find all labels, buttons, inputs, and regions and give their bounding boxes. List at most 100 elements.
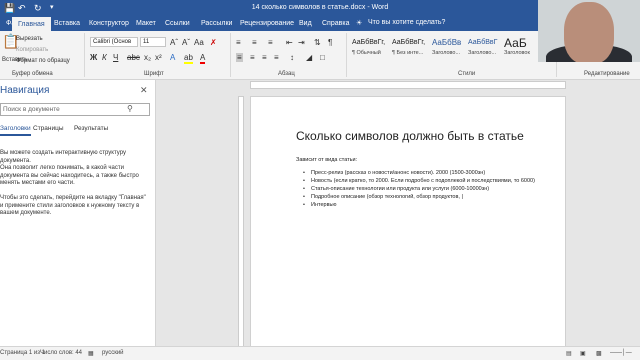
list-item-text: Подробное описание (обзор технологий, об…: [311, 194, 463, 200]
tab-insert[interactable]: Вставка: [54, 19, 80, 28]
underline-icon[interactable]: Ч: [113, 53, 118, 62]
web-layout-icon[interactable]: ▩: [596, 350, 602, 357]
nav-tab-pages[interactable]: Страницы: [33, 125, 64, 132]
style-name: Заголово...: [468, 50, 497, 56]
bullet-icon: •: [303, 178, 305, 184]
clipboard-group-label: Буфер обмена: [12, 71, 53, 77]
align-right-icon[interactable]: ≡: [262, 53, 267, 62]
nav-tab-headings[interactable]: Заголовки: [0, 125, 31, 136]
bullet-list: • Пресс-релиз (рассказ о новости/анонс но…: [303, 169, 535, 209]
style-name: Заголово...: [432, 50, 461, 56]
style-name: Заголовок: [504, 50, 530, 56]
superscript-icon[interactable]: x²: [155, 53, 162, 62]
italic-icon[interactable]: К: [102, 53, 107, 62]
cut-button[interactable]: Вырезать: [16, 35, 43, 43]
tab-home[interactable]: Главная: [12, 17, 51, 31]
font-color-icon[interactable]: A: [200, 53, 206, 64]
bullet-icon: •: [303, 194, 305, 200]
document-heading[interactable]: Сколько символов должно быть в статье: [296, 129, 524, 143]
style-heading-1[interactable]: АаБбВв Заголово...: [432, 36, 470, 64]
list-item[interactable]: • Новость (если кратко, то 2000. Если под…: [303, 177, 535, 185]
copy-button[interactable]: Копировать: [16, 46, 48, 54]
clear-format-icon[interactable]: ✗: [210, 38, 217, 47]
bullet-icon: •: [303, 170, 305, 176]
font-name-box[interactable]: Calibri (Основ: [90, 37, 138, 47]
show-marks-icon[interactable]: ¶: [328, 38, 332, 47]
close-icon[interactable]: ✕: [140, 85, 148, 96]
borders-icon[interactable]: □: [320, 53, 325, 62]
status-bar: Страница 1 из 1 Число слов: 44 ▦ русский…: [0, 346, 640, 360]
list-item[interactable]: • Пресс-релиз (рассказ о новости/анонс но…: [303, 169, 535, 177]
format-painter-button[interactable]: Формат по образцу: [16, 57, 70, 65]
print-layout-icon[interactable]: ▣: [580, 350, 586, 357]
page-count[interactable]: Страница 1 из 1: [0, 350, 45, 356]
list-item-text: Интервью: [311, 202, 337, 208]
webcam-overlay: [538, 0, 640, 62]
shrink-font-icon[interactable]: Aˇ: [182, 38, 190, 47]
align-center-icon[interactable]: ≡: [250, 53, 255, 62]
tab-layout[interactable]: Макет: [136, 19, 156, 28]
tab-references[interactable]: Ссылки: [165, 19, 190, 28]
style-normal[interactable]: АаБбВвГг, ¶ Обычный: [352, 36, 390, 64]
group-divider: [346, 33, 347, 77]
subscript-icon[interactable]: x₂: [144, 53, 151, 62]
highlight-icon[interactable]: ab: [184, 53, 193, 64]
tab-help[interactable]: Справка: [322, 19, 349, 28]
shading-icon[interactable]: ◢: [306, 53, 312, 62]
style-no-spacing[interactable]: АаБбВвГг, ¶ Без инте...: [392, 36, 430, 64]
strikethrough-icon[interactable]: abc: [127, 53, 140, 62]
font-size-box[interactable]: 11: [140, 37, 166, 47]
style-title[interactable]: АаБ Заголовок: [504, 36, 542, 64]
horizontal-ruler[interactable]: [250, 81, 566, 89]
bullet-icon: •: [303, 202, 305, 208]
style-heading-2[interactable]: АаБбВвГ Заголово...: [468, 36, 506, 64]
nav-tab-results[interactable]: Результаты: [74, 125, 108, 132]
sort-icon[interactable]: ⇅: [314, 38, 321, 47]
numbering-icon[interactable]: ≡: [252, 38, 257, 47]
person-face: [564, 2, 614, 62]
line-spacing-icon[interactable]: ↕: [290, 53, 294, 62]
bullet-icon: •: [303, 186, 305, 192]
list-item[interactable]: • Интервью: [303, 201, 535, 209]
word-window: 💾 ↶ ↻ ▾ 14 сколько символов в статье.doc…: [0, 0, 640, 360]
decrease-indent-icon[interactable]: ⇤: [286, 38, 293, 47]
align-left-icon[interactable]: ≡: [236, 53, 243, 62]
bold-icon[interactable]: Ж: [90, 53, 97, 62]
font-group-label: Шрифт: [144, 71, 164, 77]
read-mode-icon[interactable]: ▤: [566, 350, 572, 357]
bullets-icon[interactable]: ≡: [236, 38, 241, 47]
list-item-text: Новость (если кратко, то 2000. Если подр…: [311, 178, 535, 184]
style-sample: АаБ: [504, 36, 527, 50]
styles-group-label: Стили: [458, 71, 476, 77]
language-indicator[interactable]: русский: [102, 350, 124, 356]
tab-review[interactable]: Рецензирование: [240, 19, 294, 28]
justify-icon[interactable]: ≡: [274, 53, 279, 62]
grow-font-icon[interactable]: Aˆ: [170, 38, 178, 47]
proofing-icon[interactable]: ▦: [88, 350, 94, 357]
search-icon[interactable]: ⚲: [127, 104, 133, 113]
word-count[interactable]: Число слов: 44: [40, 350, 82, 356]
list-item[interactable]: • Статья-описание технологии или продукта…: [303, 185, 535, 193]
nav-hint-text: Она позволит легко понимать, в какой час…: [0, 165, 139, 186]
text-effects-icon[interactable]: A: [170, 53, 175, 62]
zoom-slider[interactable]: ——│—: [610, 350, 632, 356]
increase-indent-icon[interactable]: ⇥: [298, 38, 305, 47]
document-page[interactable]: Сколько символов должно быть в статье За…: [250, 96, 566, 360]
group-divider: [230, 33, 231, 77]
navigation-pane: Навигация ✕ Поиск в документе ⚲ Заголовк…: [0, 80, 156, 346]
tab-design[interactable]: Конструктор: [89, 19, 129, 28]
tab-mailings[interactable]: Рассылки: [201, 19, 232, 28]
list-item-text: Пресс-релиз (рассказ о новости/анонс нов…: [311, 170, 486, 176]
style-sample: АаБбВвГ: [468, 39, 498, 46]
change-case-icon[interactable]: Aa: [194, 38, 204, 47]
tell-me-box[interactable]: Что вы хотите сделать?: [368, 19, 445, 26]
tab-view[interactable]: Вид: [299, 19, 312, 28]
list-item-text: Статья-описание технологии или продукта …: [311, 186, 490, 192]
list-item[interactable]: • Подробное описание (обзор технологий, о…: [303, 193, 535, 201]
style-name: ¶ Без инте...: [392, 50, 424, 56]
vertical-ruler[interactable]: [238, 96, 244, 360]
lightbulb-icon: ☀: [356, 20, 363, 27]
editing-group-label: Редактирование: [584, 71, 630, 77]
document-intro[interactable]: Зависит от вида статьи:: [296, 157, 357, 163]
multilevel-list-icon[interactable]: ≡: [268, 38, 273, 47]
